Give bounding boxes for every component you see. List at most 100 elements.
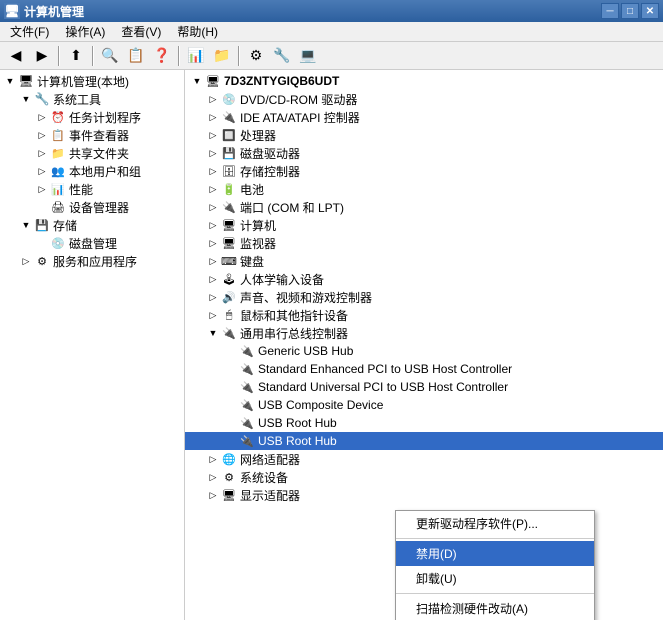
expand-network: ▷: [205, 451, 221, 467]
expand-monitor: ▷: [205, 235, 221, 251]
local-users-icon: 👥: [50, 163, 66, 179]
expand-ide: ▷: [205, 109, 221, 125]
expand-mouse: ▷: [205, 307, 221, 323]
right-item-keyboard[interactable]: ▷ ⌨ 键盘: [185, 252, 663, 270]
expand-keyboard: ▷: [205, 253, 221, 269]
computer-right-icon: 🖥: [221, 217, 237, 233]
right-item-network[interactable]: ▷ 🌐 网络适配器: [185, 450, 663, 468]
cpu-icon: 🔲: [221, 127, 237, 143]
tree-item-performance[interactable]: ▷ 📊 性能: [0, 180, 184, 198]
show-hide-button[interactable]: 🔍: [98, 45, 122, 67]
toolbar: ◀ ▶ ⬆ 🔍 📋 ❓ 📊 📁 ⚙ 🔧 💻: [0, 42, 663, 70]
close-button[interactable]: ✕: [641, 3, 659, 19]
title-icon: 🖥: [4, 3, 20, 19]
right-panel-header[interactable]: ▼ 🖥 7D3ZNTYGIQB6UDT: [185, 72, 663, 90]
expand-task-scheduler: ▷: [34, 109, 50, 125]
services-apps-label: 服务和应用程序: [53, 253, 137, 270]
right-item-cpu[interactable]: ▷ 🔲 处理器: [185, 126, 663, 144]
right-item-composite[interactable]: 🔌 USB Composite Device: [185, 396, 663, 414]
expand-storage-ctrl: ▷: [205, 163, 221, 179]
tree-item-task-scheduler[interactable]: ▷ ⏰ 任务计划程序: [0, 108, 184, 126]
left-panel[interactable]: ▼ 🖥 计算机管理(本地) ▼ 🔧 系统工具 ▷ ⏰ 任务计划程序 ▷ 📋 事件…: [0, 70, 185, 620]
tree-item-disk-mgmt[interactable]: 💿 磁盘管理: [0, 234, 184, 252]
right-item-generic-hub[interactable]: 🔌 Generic USB Hub: [185, 342, 663, 360]
right-item-disk[interactable]: ▷ 💾 磁盘驱动器: [185, 144, 663, 162]
right-item-usb-root-hub-1[interactable]: 🔌 USB Root Hub: [185, 414, 663, 432]
universal-ctrl-icon: 🔌: [239, 379, 255, 395]
minimize-button[interactable]: ─: [601, 3, 619, 19]
right-item-usb[interactable]: ▼ 🔌 通用串行总线控制器: [185, 324, 663, 342]
computer-right-label: 计算机: [240, 217, 276, 234]
composite-label: USB Composite Device: [258, 398, 383, 412]
storage-ctrl-icon: 🗄: [221, 163, 237, 179]
header-icon: 🖥: [205, 73, 221, 89]
event-viewer-label: 事件查看器: [69, 127, 129, 144]
toolbar-btn-4[interactable]: 📊: [184, 45, 208, 67]
right-item-enhanced-ctrl[interactable]: 🔌 Standard Enhanced PCI to USB Host Cont…: [185, 360, 663, 378]
generic-hub-icon: 🔌: [239, 343, 255, 359]
disk-mgmt-icon: 💿: [50, 235, 66, 251]
right-item-battery[interactable]: ▷ 🔋 电池: [185, 180, 663, 198]
tree-item-services-apps[interactable]: ▷ ⚙ 服务和应用程序: [0, 252, 184, 270]
up-button[interactable]: ⬆: [64, 45, 88, 67]
right-item-monitor[interactable]: ▷ 🖥 监视器: [185, 234, 663, 252]
expand-enhanced-ctrl: [223, 361, 239, 377]
tree-item-storage[interactable]: ▼ 💾 存储: [0, 216, 184, 234]
tree-item-event-viewer[interactable]: ▷ 📋 事件查看器: [0, 126, 184, 144]
expand-event-viewer: ▷: [34, 127, 50, 143]
header-label: 7D3ZNTYGIQB6UDT: [224, 74, 339, 88]
expand-disk-mgmt: [34, 235, 50, 251]
maximize-button[interactable]: □: [621, 3, 639, 19]
tree-item-local-users[interactable]: ▷ 👥 本地用户和组: [0, 162, 184, 180]
expand-computer: ▷: [205, 217, 221, 233]
context-scan[interactable]: 扫描检测硬件改动(A): [396, 596, 594, 620]
battery-icon: 🔋: [221, 181, 237, 197]
context-update-driver[interactable]: 更新驱动程序软件(P)...: [396, 511, 594, 536]
right-item-audio[interactable]: ▷ 🔊 声音、视频和游戏控制器: [185, 288, 663, 306]
right-item-computer[interactable]: ▷ 🖥 计算机: [185, 216, 663, 234]
dvd-icon: 💿: [221, 91, 237, 107]
back-button[interactable]: ◀: [4, 45, 28, 67]
window-title: 计算机管理: [24, 3, 84, 20]
menu-help[interactable]: 帮助(H): [169, 21, 226, 42]
toolbar-btn-8[interactable]: 💻: [296, 45, 320, 67]
ports-label: 端口 (COM 和 LPT): [240, 199, 344, 216]
right-item-display[interactable]: ▷ 🖥 显示适配器: [185, 486, 663, 504]
task-scheduler-icon: ⏰: [50, 109, 66, 125]
expand-battery: ▷: [205, 181, 221, 197]
tree-item-device-manager[interactable]: 🖨 设备管理器: [0, 198, 184, 216]
right-item-ports[interactable]: ▷ 🔌 端口 (COM 和 LPT): [185, 198, 663, 216]
ide-label: IDE ATA/ATAPI 控制器: [240, 109, 360, 126]
ide-icon: 🔌: [221, 109, 237, 125]
services-apps-icon: ⚙: [34, 253, 50, 269]
tree-item-root[interactable]: ▼ 🖥 计算机管理(本地): [0, 72, 184, 90]
right-item-storage-ctrl[interactable]: ▷ 🗄 存储控制器: [185, 162, 663, 180]
menu-file[interactable]: 文件(F): [2, 21, 57, 42]
menu-view[interactable]: 查看(V): [113, 21, 169, 42]
toolbar-btn-3[interactable]: ❓: [150, 45, 174, 67]
expand-ports: ▷: [205, 199, 221, 215]
toolbar-btn-6[interactable]: ⚙: [244, 45, 268, 67]
right-item-usb-root-hub-2[interactable]: 🔌 USB Root Hub: [185, 432, 663, 450]
menu-action[interactable]: 操作(A): [57, 21, 113, 42]
right-item-ide[interactable]: ▷ 🔌 IDE ATA/ATAPI 控制器: [185, 108, 663, 126]
tree-item-system-tools[interactable]: ▼ 🔧 系统工具: [0, 90, 184, 108]
context-disable[interactable]: 禁用(D): [396, 541, 594, 566]
right-panel[interactable]: ▼ 🖥 7D3ZNTYGIQB6UDT ▷ 💿 DVD/CD-ROM 驱动器 ▷…: [185, 70, 663, 620]
tree-item-shared-folders[interactable]: ▷ 📁 共享文件夹: [0, 144, 184, 162]
right-item-mouse[interactable]: ▷ 🖱 鼠标和其他指针设备: [185, 306, 663, 324]
toolbar-btn-5[interactable]: 📁: [210, 45, 234, 67]
right-item-hid[interactable]: ▷ 🕹 人体学输入设备: [185, 270, 663, 288]
display-icon: 🖥: [221, 487, 237, 503]
ports-icon: 🔌: [221, 199, 237, 215]
network-label: 网络适配器: [240, 451, 300, 468]
right-item-dvd[interactable]: ▷ 💿 DVD/CD-ROM 驱动器: [185, 90, 663, 108]
expand-local-users: ▷: [34, 163, 50, 179]
right-item-system-devices[interactable]: ▷ ⚙ 系统设备: [185, 468, 663, 486]
forward-button[interactable]: ▶: [30, 45, 54, 67]
right-item-universal-ctrl[interactable]: 🔌 Standard Universal PCI to USB Host Con…: [185, 378, 663, 396]
expand-system-tools: ▼: [18, 91, 34, 107]
toolbar-btn-2[interactable]: 📋: [124, 45, 148, 67]
toolbar-btn-7[interactable]: 🔧: [270, 45, 294, 67]
context-uninstall[interactable]: 卸载(U): [396, 566, 594, 591]
